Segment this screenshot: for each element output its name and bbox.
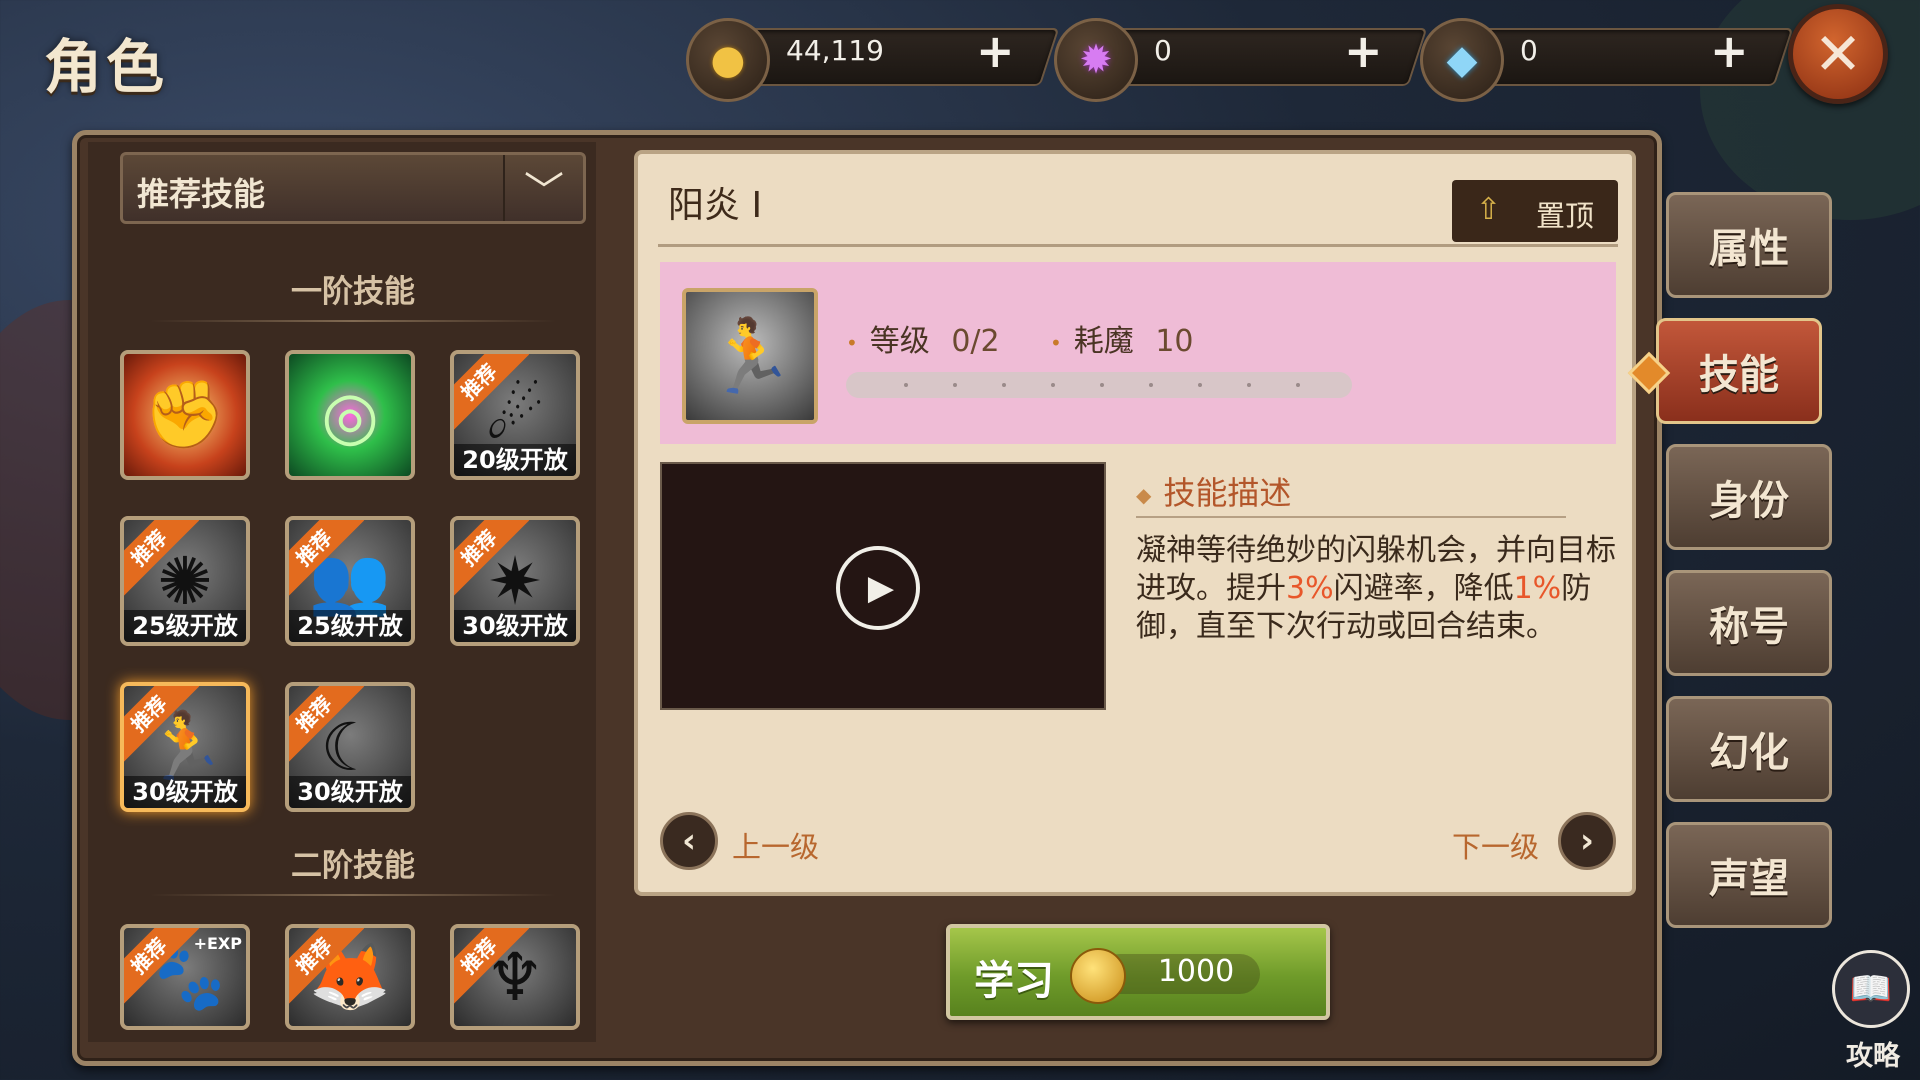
skill-filter-value: 推荐技能 (137, 175, 266, 213)
bullet-icon: • (846, 330, 858, 355)
purple-orb-icon: ✹ (1054, 18, 1138, 102)
skill-slot-fox-spirit[interactable]: 🦊 推荐 (285, 924, 415, 1030)
skill-slot-green-vortex[interactable]: ◎ (285, 350, 415, 480)
tab-titles[interactable]: 称号 (1666, 570, 1832, 676)
arrow-up-icon: ⇧ (1476, 192, 1502, 227)
gold-coin-icon (1070, 948, 1126, 1004)
prev-level-button[interactable]: ‹ (660, 812, 718, 870)
add-diamond-button[interactable]: + (1710, 24, 1749, 78)
progress-tick (1247, 383, 1251, 387)
tier1-title: 一阶技能 (291, 274, 415, 310)
tier2-divider (150, 894, 556, 896)
chevron-left-icon: ‹ (681, 821, 696, 861)
level-stat: • 等级 0/2 (846, 316, 1000, 360)
skill-slot-yang-yan[interactable]: 🏃 推荐 30级开放 (120, 682, 250, 812)
tab-reputation[interactable]: 声望 (1666, 822, 1832, 928)
orb-amount: 0 (1154, 34, 1172, 67)
progress-tick (1051, 383, 1055, 387)
unlock-level-label: 30级开放 (454, 610, 576, 642)
mana-stat: • 耗魔 10 (1050, 316, 1194, 360)
level-label: 等级 (869, 324, 930, 359)
vortex-icon: ◎ (321, 376, 379, 454)
tier2-title: 二阶技能 (291, 848, 415, 884)
desc-part: 闪避率，降低 (1333, 571, 1514, 606)
unlock-level-label: 20级开放 (454, 444, 576, 476)
next-level-label[interactable]: 下一级 (1452, 824, 1539, 866)
pin-label: 置顶 (1536, 199, 1595, 233)
mana-value: 10 (1155, 324, 1194, 359)
unlock-level-label: 25级开放 (289, 610, 411, 642)
description-divider (1136, 516, 1566, 518)
dodge-bonus-value: 3% (1286, 571, 1334, 606)
close-icon: ✕ (1813, 20, 1863, 88)
diamond-amount: 0 (1520, 34, 1538, 67)
add-orb-button[interactable]: + (1344, 24, 1383, 78)
page-title: 角色 (44, 33, 169, 101)
learn-cost: 1000 (1157, 954, 1235, 989)
progress-tick (1002, 383, 1006, 387)
skill-slot-winged-figure[interactable]: ♆ 推荐 (450, 924, 580, 1030)
currency-diamond: ◆ 0 + (1420, 18, 1794, 102)
level-progress-bar (846, 372, 1352, 398)
progress-tick (953, 383, 957, 387)
learn-skill-button[interactable]: 学习 1000 (946, 924, 1330, 1020)
tab-attributes[interactable]: 属性 (1666, 192, 1832, 298)
book-icon: 📖 (1849, 969, 1893, 1009)
level-value: 0/2 (951, 324, 1000, 359)
tab-skills[interactable]: 技能 (1656, 318, 1822, 424)
skill-slot-comet-strike[interactable]: ☄ 推荐 20级开放 (450, 350, 580, 480)
next-level-button[interactable]: › (1558, 812, 1616, 870)
dodge-silhouette-icon: 🏃 (682, 288, 818, 424)
progress-tick (1296, 383, 1300, 387)
exp-bonus-label: +EXP (193, 934, 242, 953)
progress-tick (1149, 383, 1153, 387)
progress-tick (904, 383, 908, 387)
prev-level-label[interactable]: 上一级 (732, 824, 819, 866)
guide-label[interactable]: 攻略 (1846, 1034, 1900, 1073)
currency-orb: ✹ 0 + (1054, 18, 1428, 102)
skill-slot-beast-exp[interactable]: 🐾 推荐 +EXP (120, 924, 250, 1030)
chevron-down-icon: ﹀ (503, 155, 583, 221)
pin-to-top-button[interactable]: ⇧ 置顶 (1452, 180, 1618, 242)
bullet-icon: • (1050, 330, 1062, 355)
fist-fire-icon: ✊ (143, 376, 227, 453)
desc-title-text: 技能描述 (1163, 474, 1292, 512)
skill-slot-twin-silhouette[interactable]: 👥 推荐 25级开放 (285, 516, 415, 646)
skill-slot-shatter-burst[interactable]: ✺ 推荐 25级开放 (120, 516, 250, 646)
chevron-right-icon: › (1579, 821, 1594, 861)
guide-button[interactable]: 📖 (1832, 950, 1910, 1028)
defense-penalty-value: 1% (1513, 571, 1562, 606)
skill-description-title: ◆ 技能描述 (1136, 468, 1291, 514)
skill-description: 凝神等待绝妙的闪躲机会，并向目标进攻。提升3%闪避率，降低1%防御，直至下次行动… (1136, 532, 1618, 646)
skill-slot-feather-slash[interactable]: ✷ 推荐 30级开放 (450, 516, 580, 646)
diamond-bullet-icon: ◆ (1136, 483, 1152, 507)
progress-tick (1100, 383, 1104, 387)
skill-slot-fist-fire[interactable]: ✊ (120, 350, 250, 480)
play-icon[interactable]: ▶ (836, 546, 920, 630)
skill-slot-crescent-blade[interactable]: ☾ 推荐 30级开放 (285, 682, 415, 812)
close-button[interactable]: ✕ (1788, 4, 1888, 104)
mana-label: 耗魔 (1073, 324, 1134, 359)
currency-gold: ● 44,119 + (686, 18, 1060, 102)
unlock-level-label: 25级开放 (124, 610, 246, 642)
add-gold-button[interactable]: + (976, 24, 1015, 78)
learn-label: 学习 (974, 958, 1054, 1004)
tab-transform[interactable]: 幻化 (1666, 696, 1832, 802)
skill-name: 阳炎 Ⅰ (668, 185, 763, 226)
gold-coin-icon: ● (686, 18, 770, 102)
title-divider (658, 244, 1618, 247)
tab-identity[interactable]: 身份 (1666, 444, 1832, 550)
skill-filter-dropdown[interactable]: 推荐技能 ﹀ (120, 152, 586, 224)
unlock-level-label: 30级开放 (124, 776, 246, 808)
progress-tick (1198, 383, 1202, 387)
tier1-divider (150, 320, 556, 322)
gold-amount: 44,119 (786, 34, 884, 67)
diamond-icon: ◆ (1420, 18, 1504, 102)
unlock-level-label: 30级开放 (289, 776, 411, 808)
